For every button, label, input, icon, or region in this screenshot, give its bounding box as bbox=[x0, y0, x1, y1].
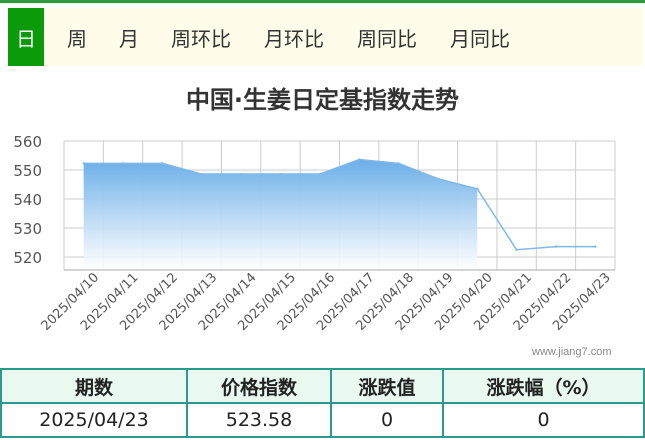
y-tick-label: 560 bbox=[13, 133, 42, 151]
series-area-fill bbox=[83, 159, 478, 270]
tab-month-year-on-year[interactable]: 月同比 bbox=[440, 8, 520, 66]
data-point bbox=[436, 177, 440, 180]
header-period: 期数 bbox=[0, 368, 188, 404]
top-accent-line bbox=[0, 0, 645, 3]
y-tick-label: 530 bbox=[13, 220, 42, 238]
tab-day[interactable]: 日 bbox=[8, 8, 44, 66]
cell-price-index: 523.58 bbox=[186, 402, 332, 438]
watermark: www.jiang7.com bbox=[532, 346, 612, 358]
data-point bbox=[357, 158, 361, 161]
summary-table: 期数 价格指数 涨跌值 涨跌幅（%） 2025/04/23 523.58 0 0 bbox=[0, 368, 645, 438]
data-point bbox=[594, 245, 597, 248]
header-price-index: 价格指数 bbox=[186, 368, 332, 404]
y-tick-label: 520 bbox=[13, 249, 42, 267]
data-point bbox=[161, 162, 164, 165]
header-change-percent: 涨跌幅（%） bbox=[442, 368, 645, 404]
index-chart: 5205305405505602025/04/102025/04/112025/… bbox=[13, 133, 616, 334]
cell-change-percent: 0 bbox=[442, 402, 645, 438]
data-point bbox=[554, 245, 558, 248]
data-point bbox=[279, 172, 282, 176]
data-point bbox=[397, 162, 400, 165]
data-point bbox=[476, 187, 479, 191]
tab-week-year-on-year[interactable]: 周同比 bbox=[334, 8, 440, 66]
data-point bbox=[515, 248, 518, 251]
summary-header-row: 期数 价格指数 涨跌值 涨跌幅（%） bbox=[0, 368, 645, 404]
data-point bbox=[200, 172, 203, 176]
tab-month[interactable]: 月 bbox=[110, 8, 148, 66]
cell-period: 2025/04/23 bbox=[0, 402, 188, 438]
data-point bbox=[239, 172, 243, 176]
data-point bbox=[318, 172, 322, 176]
y-tick-label: 540 bbox=[13, 191, 42, 209]
header-change-value: 涨跌值 bbox=[330, 368, 444, 404]
y-tick-label: 550 bbox=[13, 162, 42, 180]
tab-month-on-month[interactable]: 月环比 bbox=[254, 8, 334, 66]
summary-data-row: 2025/04/23 523.58 0 0 bbox=[0, 402, 645, 438]
tab-week-on-week[interactable]: 周环比 bbox=[148, 8, 254, 66]
cell-change-value: 0 bbox=[330, 402, 444, 438]
tab-week[interactable]: 周 bbox=[44, 8, 110, 66]
period-tabs: 日 周 月 周环比 月环比 周同比 月同比 bbox=[8, 8, 643, 66]
chart-title: 中国·生姜日定基指数走势 bbox=[185, 86, 460, 114]
data-point bbox=[121, 162, 125, 165]
data-point bbox=[82, 162, 85, 165]
